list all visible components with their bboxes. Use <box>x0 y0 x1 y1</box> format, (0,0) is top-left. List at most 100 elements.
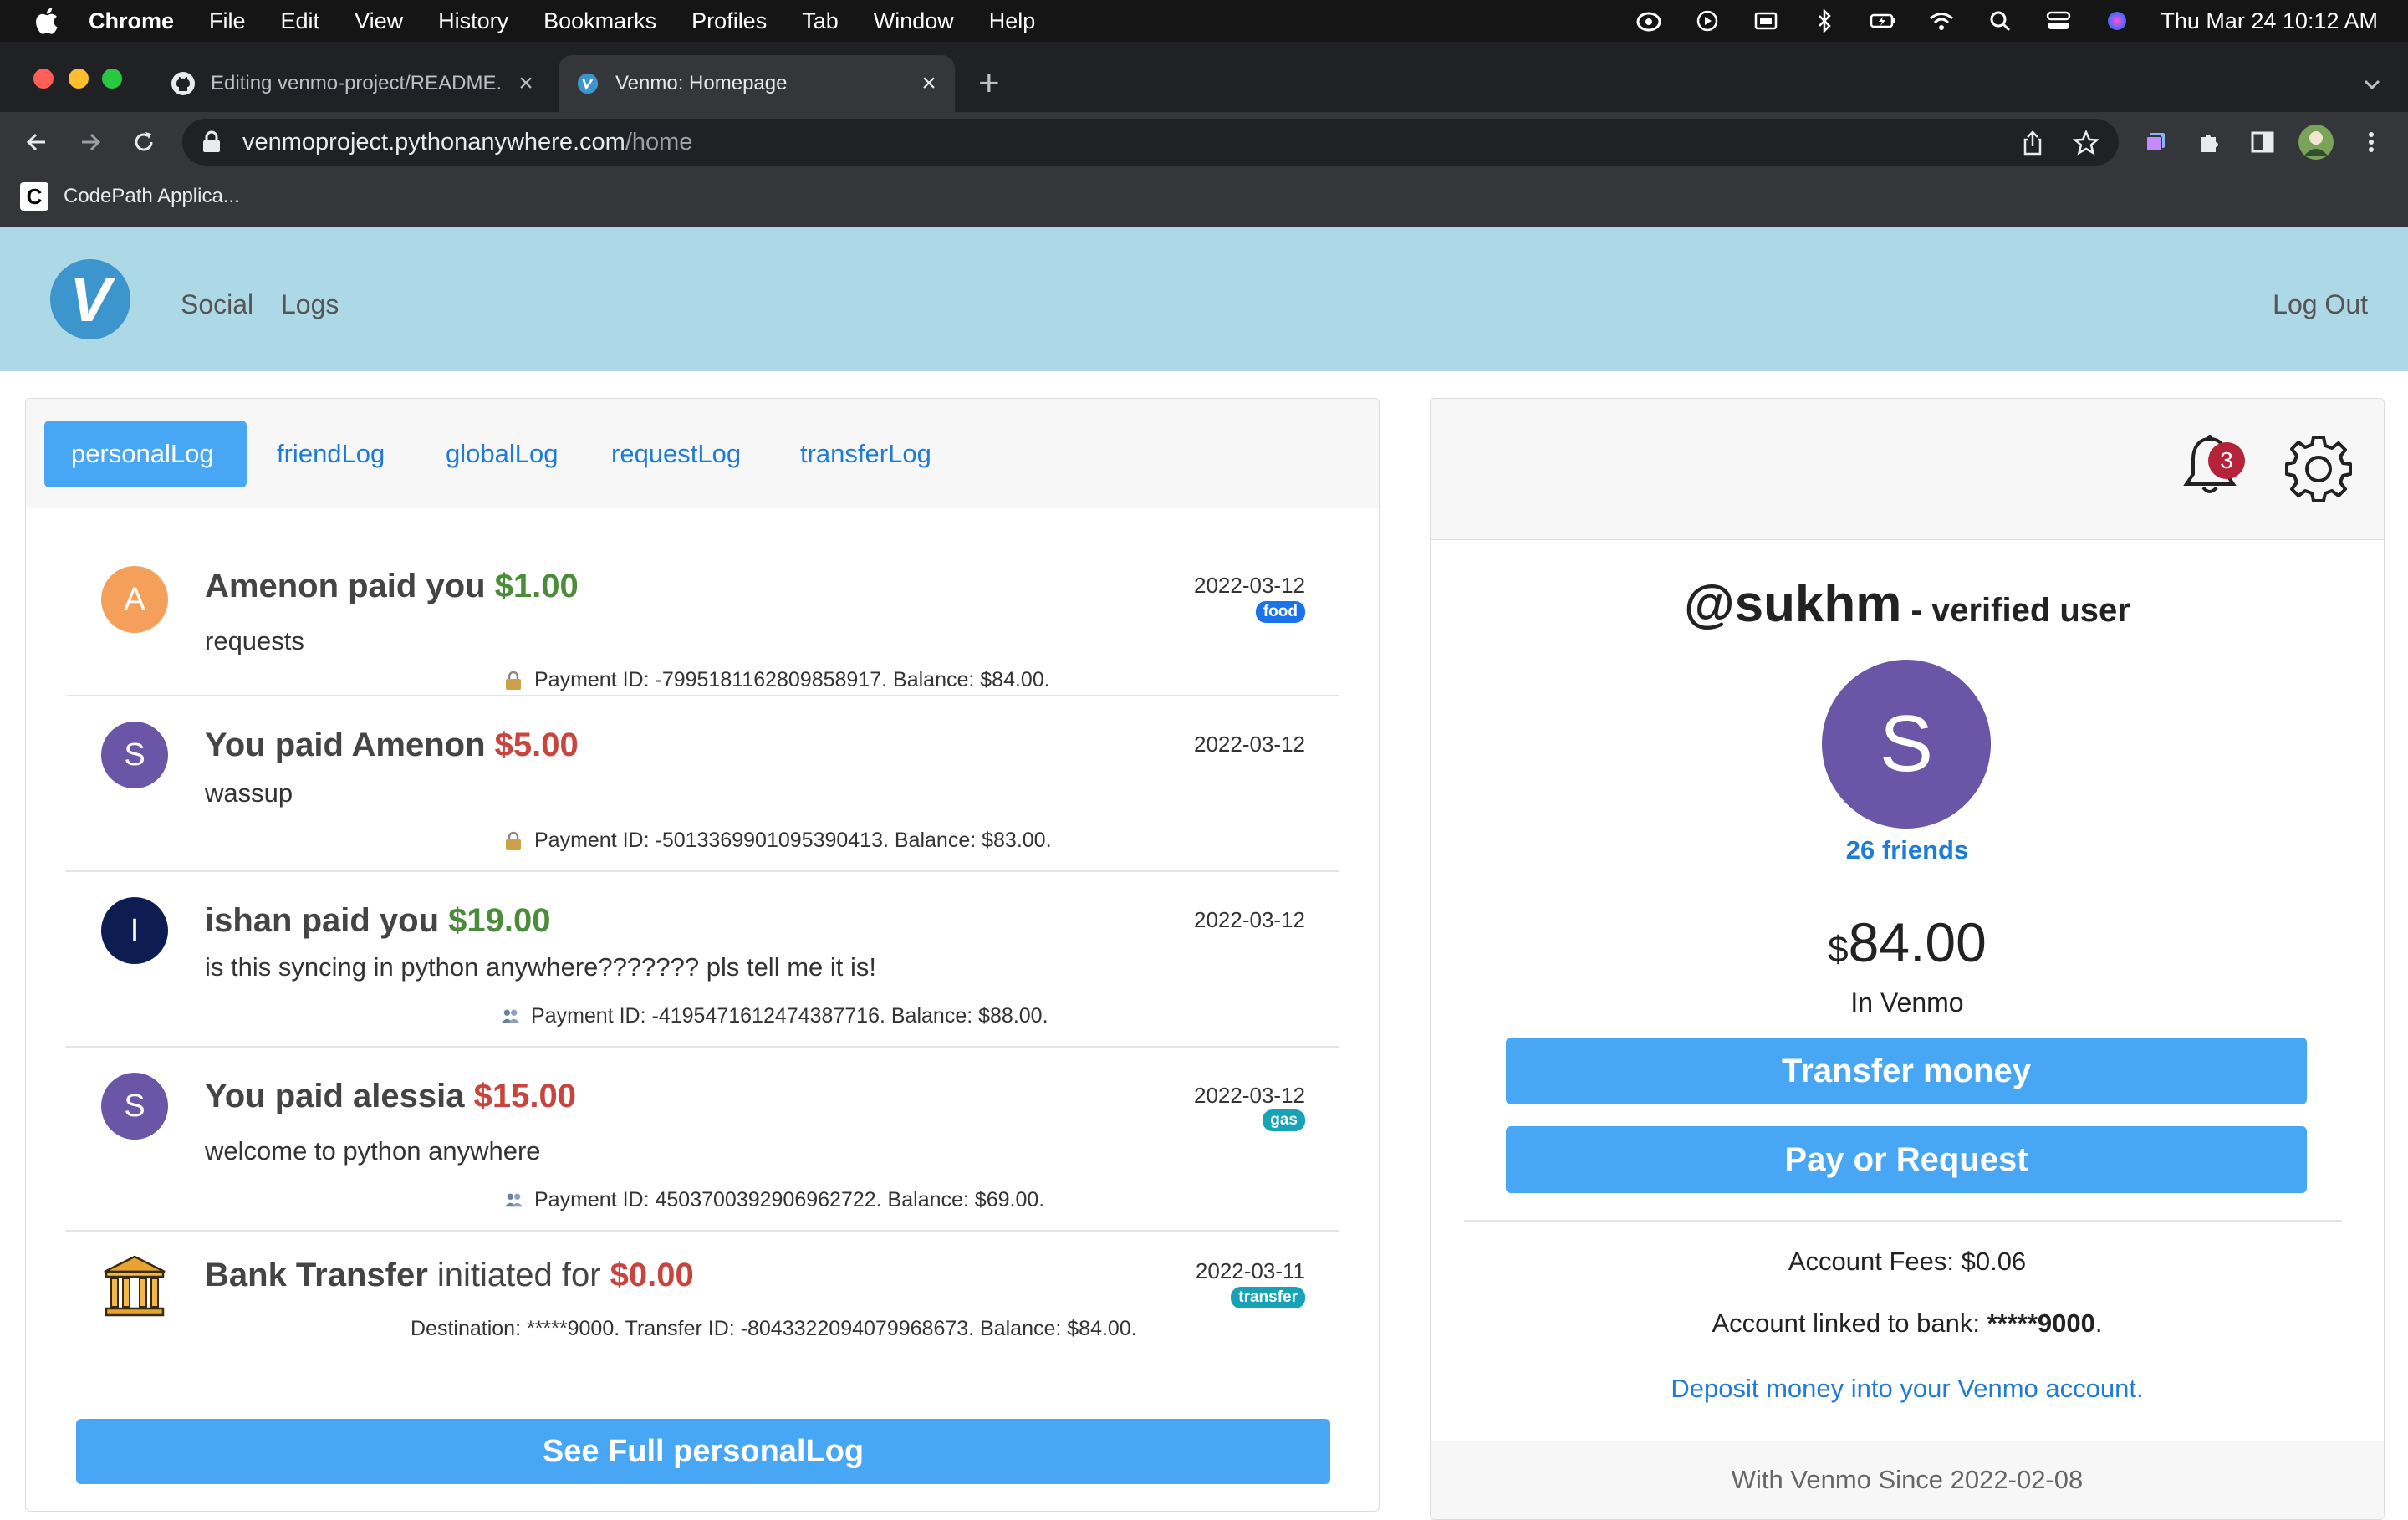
macos-menu-bar: Chrome File Edit View History Bookmarks … <box>0 0 2408 42</box>
tab-title: Venmo: Homepage <box>615 72 788 94</box>
menu-edit[interactable]: Edit <box>281 8 320 34</box>
extensions-puzzle-icon[interactable] <box>2191 124 2227 161</box>
wifi-icon[interactable] <box>1926 8 1956 33</box>
entry-title: You paid alessia $15.00 <box>205 1078 576 1115</box>
user-avatar[interactable]: A <box>101 566 168 633</box>
tab-request-log[interactable]: requestLog <box>584 421 768 487</box>
close-tab-icon[interactable]: × <box>916 69 941 98</box>
menu-file[interactable]: File <box>209 8 246 34</box>
friends-link[interactable]: 26 friends <box>1431 835 2384 865</box>
transfer-money-button[interactable]: Transfer money <box>1506 1038 2307 1104</box>
menu-window[interactable]: Window <box>874 8 954 34</box>
siri-icon[interactable] <box>2102 8 2132 33</box>
chevron-down-icon[interactable] <box>2361 74 2383 95</box>
entry-title-text: initiated for <box>427 1257 610 1293</box>
bank-suffix: . <box>2094 1308 2103 1338</box>
currency-symbol: $ <box>1828 929 1849 970</box>
profile-username: @sukhm - verified user <box>1431 574 2384 634</box>
logout-link[interactable]: Log Out <box>2273 289 2368 320</box>
entry-title: ishan paid you $19.00 <box>205 902 551 940</box>
entry-amount: $15.00 <box>473 1078 576 1114</box>
entry-meta-text: Payment ID: 4503700392906962722. Balance… <box>534 1188 1045 1211</box>
address-bar[interactable]: venmoproject.pythonanywhere.com/home <box>182 119 2119 166</box>
entry-date: 2022-03-12 <box>1194 573 1305 598</box>
menu-help[interactable]: Help <box>989 8 1036 34</box>
close-tab-icon[interactable]: × <box>513 69 538 98</box>
tab-friend-log[interactable]: friendLog <box>250 421 411 487</box>
profile-handle: @sukhm <box>1684 575 1902 633</box>
lock-icon <box>504 831 524 851</box>
play-icon[interactable] <box>1692 8 1722 33</box>
linked-bank-info: Account linked to bank: *****9000. <box>1431 1308 2384 1339</box>
bookmark-codepath[interactable]: C CodePath Applica... <box>20 182 240 211</box>
bank-label: Account linked to bank: <box>1712 1308 1987 1338</box>
profile-avatar-icon[interactable] <box>2298 124 2334 161</box>
nav-social-link[interactable]: Social <box>181 289 253 320</box>
entry-amount: $1.00 <box>494 568 579 604</box>
share-icon[interactable] <box>2017 127 2048 159</box>
see-full-log-button[interactable]: See Full personalLog <box>76 1419 1330 1484</box>
spotlight-search-icon[interactable] <box>1985 8 2015 33</box>
lock-icon[interactable] <box>201 130 222 154</box>
status-area: Thu Mar 24 10:12 AM <box>1605 0 2378 42</box>
minimize-window-button[interactable] <box>69 69 89 89</box>
notification-count-badge: 3 <box>2208 442 2245 479</box>
battery-icon[interactable] <box>1868 8 1898 33</box>
tab-personal-log[interactable]: personalLog <box>44 421 247 487</box>
display-icon[interactable] <box>1751 8 1781 33</box>
tab-title: Editing venmo-project/README.md <box>211 72 500 94</box>
entry-meta: Payment ID: -7995181162809858917. Balanc… <box>504 668 1050 692</box>
profile-avatar[interactable]: S <box>1822 660 1991 829</box>
back-arrow-icon[interactable] <box>18 124 55 161</box>
entry-meta: Payment ID: -5013369901095390413. Balanc… <box>504 829 1052 853</box>
control-center-icon[interactable] <box>2043 8 2074 33</box>
profile-card-header: 3 <box>1431 399 2384 540</box>
menu-history[interactable]: History <box>438 8 508 34</box>
side-panel-icon[interactable] <box>2244 124 2281 161</box>
entry-amount: $19.00 <box>448 902 551 939</box>
menu-bookmarks[interactable]: Bookmarks <box>543 8 656 34</box>
new-tab-icon[interactable]: + <box>978 65 1000 102</box>
divider <box>1464 1220 2342 1222</box>
venmo-page: V Social Logs Log Out personalLog friend… <box>0 227 2408 1520</box>
entry-meta: Payment ID: 4503700392906962722. Balance… <box>504 1188 1044 1212</box>
menu-app-name[interactable]: Chrome <box>89 8 174 34</box>
zoom-window-button[interactable] <box>102 69 122 89</box>
venmo-logo[interactable]: V <box>50 259 130 339</box>
friends-icon <box>501 1007 521 1027</box>
entry-title-text: You paid alessia <box>205 1078 474 1114</box>
log-tabs: personalLog friendLog globalLog requestL… <box>26 399 1379 508</box>
close-window-button[interactable] <box>33 69 54 89</box>
apple-icon[interactable] <box>33 7 59 35</box>
gear-icon[interactable] <box>2283 434 2354 504</box>
entry-title: Amenon paid you $1.00 <box>205 568 579 605</box>
tab-transfer-log[interactable]: transferLog <box>773 421 958 487</box>
log-entry: Bank Transfer initiated for $0.00 2022-0… <box>66 1232 1339 1374</box>
user-avatar[interactable]: I <box>101 897 168 964</box>
entry-title-text: Amenon paid you <box>205 568 495 604</box>
chrome-menu-icon[interactable] <box>2353 124 2390 161</box>
menubar-clock[interactable]: Thu Mar 24 10:12 AM <box>2161 8 2378 34</box>
user-avatar[interactable]: S <box>101 722 168 788</box>
bank-account-number: *****9000 <box>1987 1308 2095 1338</box>
menu-profiles[interactable]: Profiles <box>691 8 767 34</box>
browser-tab-venmo[interactable]: Venmo: Homepage × <box>559 55 955 112</box>
bookmark-star-icon[interactable] <box>2070 127 2102 159</box>
extension-stack-icon[interactable] <box>2137 124 2174 161</box>
tab-global-log[interactable]: globalLog <box>419 421 584 487</box>
github-icon <box>171 71 196 96</box>
log-entry: A Amenon paid you $1.00 2022-03-12 food … <box>66 524 1339 696</box>
browser-tab-github[interactable]: Editing venmo-project/README.md × <box>159 55 552 112</box>
user-avatar[interactable]: S <box>101 1073 168 1140</box>
nav-logs-link[interactable]: Logs <box>281 289 339 320</box>
menu-tab[interactable]: Tab <box>802 8 839 34</box>
reload-icon[interactable] <box>125 124 162 161</box>
bluetooth-icon[interactable] <box>1809 8 1839 33</box>
entry-amount: $5.00 <box>494 727 579 763</box>
creative-cloud-icon[interactable] <box>1634 8 1664 33</box>
menu-view[interactable]: View <box>355 8 403 34</box>
pay-or-request-button[interactable]: Pay or Request <box>1506 1126 2307 1193</box>
deposit-link[interactable]: Deposit money into your Venmo account. <box>1431 1374 2384 1404</box>
forward-arrow-icon[interactable] <box>72 124 109 161</box>
balance-label: In Venmo <box>1850 987 1964 1018</box>
